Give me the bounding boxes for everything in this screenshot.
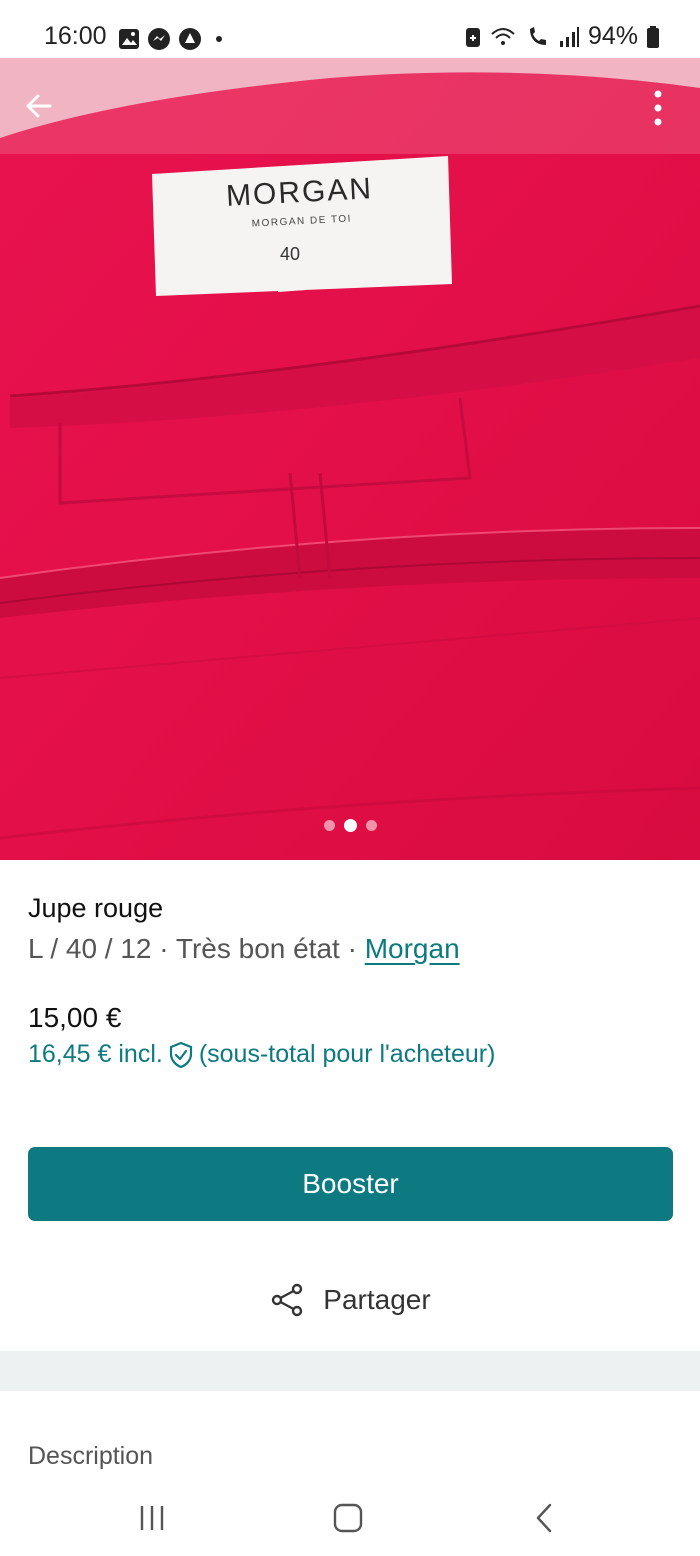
recent-apps-icon: [140, 1506, 164, 1530]
carousel-dot[interactable]: [365, 820, 377, 831]
carousel-indicator: [0, 819, 700, 832]
battery-saver-icon: [465, 27, 480, 47]
carousel-dot-active[interactable]: [343, 819, 357, 832]
messenger-icon: [148, 28, 170, 50]
more-options-button[interactable]: [636, 86, 680, 130]
arrow-left-icon: [26, 94, 52, 118]
item-meta: L / 40 / 12 · Très bon état · Morgan: [28, 933, 460, 965]
buyer-price-value: 16,45 € incl.: [28, 1040, 163, 1068]
status-time: 16:00: [44, 22, 107, 50]
carousel-dot[interactable]: [323, 820, 335, 831]
brand-label: MORGAN MORGAN DE TOI 40: [152, 156, 452, 296]
item-price: 15,00 €: [28, 1002, 122, 1033]
vowifi-icon: [529, 26, 546, 45]
product-image-carousel[interactable]: MORGAN MORGAN DE TOI 40: [0, 58, 700, 860]
buyer-price-note: (sous-total pour l'acheteur): [198, 1040, 496, 1068]
wifi-calling-icon: [491, 27, 515, 45]
battery-icon: [647, 25, 659, 48]
buyer-price[interactable]: 16,45 € incl. (sous-total pour l'acheteu…: [28, 1040, 495, 1069]
home-button[interactable]: [326, 1498, 370, 1538]
back-button[interactable]: [18, 84, 62, 128]
battery-percent: 94%: [587, 22, 638, 50]
image-header-overlay: [0, 58, 700, 154]
chevron-left-icon: [536, 1503, 552, 1533]
dot-icon: [216, 36, 222, 42]
share-icon: [272, 1283, 303, 1317]
status-system-icons: 94%: [464, 22, 660, 51]
more-vertical-icon: [654, 90, 662, 126]
shield-check-icon: [169, 1041, 192, 1068]
recent-apps-button[interactable]: [130, 1498, 174, 1538]
share-button[interactable]: Partager: [0, 1272, 700, 1328]
item-attributes: L / 40 / 12 · Très bon état ·: [28, 933, 365, 964]
share-label: Partager: [323, 1284, 431, 1315]
system-back-button[interactable]: [522, 1498, 566, 1538]
signal-icon: [559, 26, 579, 47]
gallery-icon: [119, 29, 139, 49]
description-heading: Description: [28, 1442, 154, 1470]
app-icon: [179, 28, 201, 50]
booster-button[interactable]: Booster: [28, 1147, 673, 1221]
status-notification-icons: [118, 27, 225, 51]
system-nav-bar: [0, 1480, 700, 1556]
section-divider: [0, 1351, 700, 1391]
brand-link[interactable]: Morgan: [365, 933, 460, 964]
home-icon: [333, 1503, 363, 1533]
label-size: 40: [280, 244, 300, 264]
item-title: Jupe rouge: [28, 893, 164, 923]
product-photo: MORGAN MORGAN DE TOI 40: [0, 58, 700, 860]
